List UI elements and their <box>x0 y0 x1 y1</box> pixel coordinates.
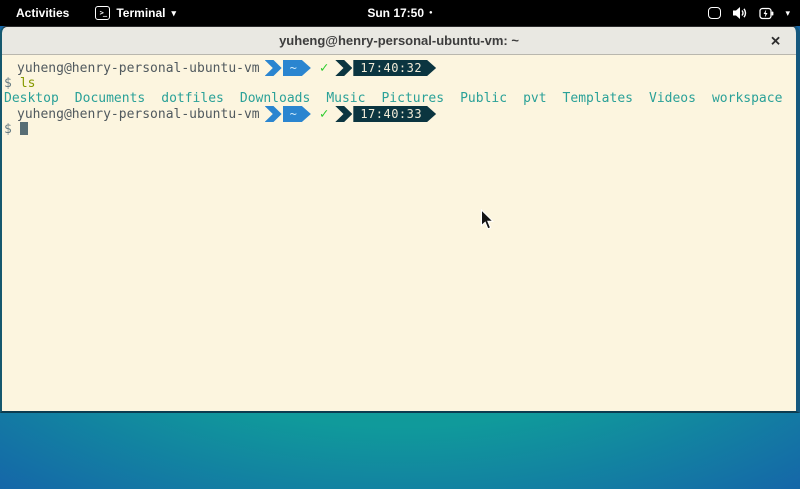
prompt-symbol: $ <box>4 122 12 137</box>
command-line: $ ls <box>4 76 796 91</box>
activities-button[interactable]: Activities <box>8 6 77 20</box>
prompt-time-segment: 17:40:33 <box>353 106 436 122</box>
prompt-path-segment: ~ <box>283 106 311 122</box>
clock-button[interactable]: Sun 17:50 ● <box>367 6 432 20</box>
prompt-path: ~ <box>290 61 297 75</box>
prompt-path-segment: ~ <box>283 60 311 76</box>
prompt-time: 17:40:32 <box>360 61 422 75</box>
directory-item: Videos <box>649 91 696 106</box>
battery-charging-icon <box>759 7 774 20</box>
powerline-chevron-icon <box>335 106 352 122</box>
prompt-line: yuheng@henry-personal-ubuntu-vm ~ ✓ 17:4… <box>4 106 796 122</box>
current-input-line: $ <box>4 122 796 137</box>
directory-item: pvt <box>523 91 546 106</box>
terminal-icon-glyph: >_ <box>100 9 106 17</box>
gnome-top-bar: Activities >_ Terminal ▾ Sun 17:50 ● ▾ <box>0 0 800 26</box>
check-icon: ✓ <box>320 106 328 122</box>
directory-item: Music <box>326 91 365 106</box>
notification-dot-icon: ● <box>429 10 433 16</box>
window-title-bar[interactable]: yuheng@henry-personal-ubuntu-vm: ~ ✕ <box>2 27 796 55</box>
mouse-pointer-icon <box>480 209 495 231</box>
directory-item: Pictures <box>381 91 444 106</box>
terminal-window: yuheng@henry-personal-ubuntu-vm: ~ ✕ yuh… <box>0 26 800 413</box>
directory-item: dotfiles <box>161 91 224 106</box>
screen-cast-icon <box>708 7 721 19</box>
directory-item: Documents <box>75 91 145 106</box>
prompt-line: yuheng@henry-personal-ubuntu-vm ~ ✓ 17:4… <box>4 60 796 76</box>
system-status-area[interactable]: ▾ <box>708 6 790 20</box>
close-icon[interactable]: ✕ <box>770 34 781 47</box>
app-menu-label: Terminal <box>116 6 165 20</box>
check-icon: ✓ <box>320 60 328 76</box>
powerline-chevron-icon <box>265 60 282 76</box>
prompt-time-segment: 17:40:32 <box>353 60 436 76</box>
terminal-icon: >_ <box>95 6 110 20</box>
prompt-host: yuheng@henry-personal-ubuntu-vm <box>17 107 260 122</box>
powerline-chevron-icon <box>335 60 352 76</box>
ls-output-line: Desktop Documents dotfiles Downloads Music Pi… <box>4 91 796 106</box>
directory-item: workspace <box>712 91 782 106</box>
chevron-down-icon: ▾ <box>171 9 176 18</box>
prompt-path: ~ <box>290 107 297 121</box>
prompt-host: yuheng@henry-personal-ubuntu-vm <box>17 61 260 76</box>
directory-item: Desktop <box>4 91 59 106</box>
command-text: ls <box>20 76 36 91</box>
directory-item: Downloads <box>240 91 310 106</box>
prompt-time: 17:40:33 <box>360 107 422 121</box>
text-cursor <box>20 122 28 135</box>
app-menu-terminal[interactable]: >_ Terminal ▾ <box>95 6 176 20</box>
clock-label: Sun 17:50 <box>367 6 424 20</box>
window-title: yuheng@henry-personal-ubuntu-vm: ~ <box>279 33 519 48</box>
powerline-chevron-icon <box>265 106 282 122</box>
directory-item: Public <box>460 91 507 106</box>
directory-item: Templates <box>563 91 633 106</box>
chevron-down-icon: ▾ <box>785 8 790 19</box>
terminal-content[interactable]: yuheng@henry-personal-ubuntu-vm ~ ✓ 17:4… <box>2 55 796 411</box>
volume-icon <box>732 6 748 20</box>
prompt-symbol: $ <box>4 76 12 91</box>
